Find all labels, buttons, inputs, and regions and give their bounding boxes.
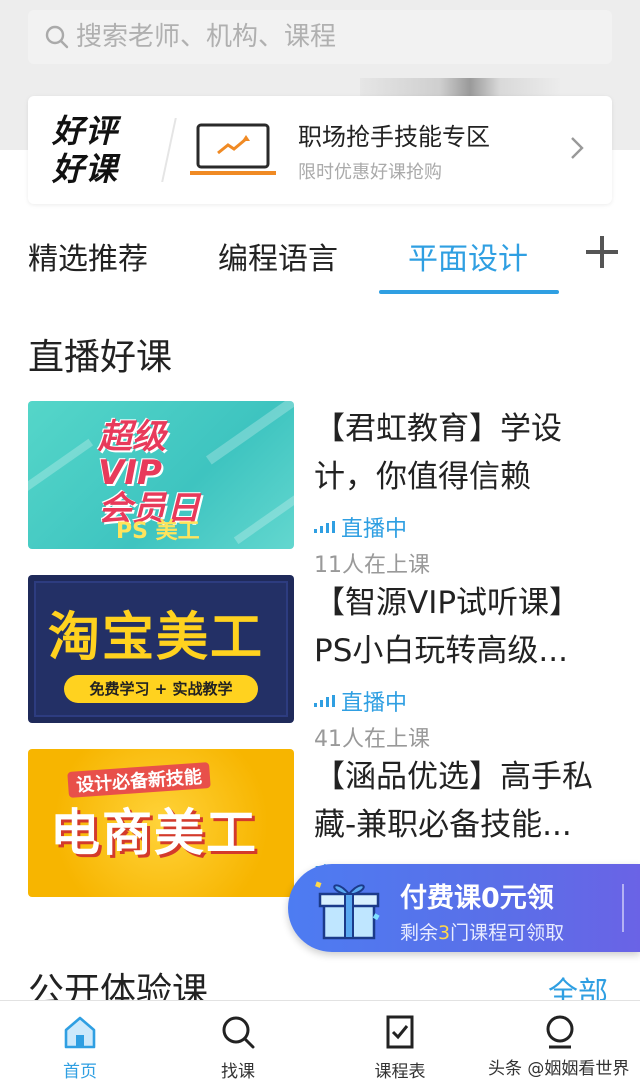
- course-title[interactable]: 【智源VIP试听课】PS小白玩转高级...: [314, 579, 614, 675]
- nav-find-course[interactable]: 找课: [188, 1013, 288, 1082]
- nav-schedule[interactable]: 课程表: [350, 1013, 450, 1082]
- promo-logo: 好评 好课: [52, 112, 162, 188]
- plus-icon[interactable]: [580, 230, 624, 274]
- thumb-pill-text: 免费学习 + 实战教学: [64, 675, 258, 703]
- promo-subtitle: 限时优惠好课抢购: [298, 161, 442, 183]
- category-tabs: 精选推荐 编程语言 平面设计: [0, 222, 640, 294]
- section-title-live: 直播好课: [28, 337, 173, 378]
- search-icon: [45, 25, 69, 49]
- course-thumbnail[interactable]: 淘宝美工 免费学习 + 实战教学: [28, 575, 294, 723]
- course-title[interactable]: 【君虹教育】学设计，你值得信赖: [314, 405, 614, 501]
- nav-profile[interactable]: [510, 1013, 610, 1057]
- home-icon: [64, 1016, 96, 1049]
- coupon-divider: [622, 884, 624, 932]
- promo-logo-line1: 好评: [52, 112, 119, 150]
- course-thumbnail[interactable]: 设计必备新技能 电商美工: [28, 749, 294, 897]
- live-status: 直播中: [314, 685, 407, 717]
- course-item[interactable]: 超级VIP 会员日 PS 美工 【君虹教育】学设计，你值得信赖 直播中 11人在…: [28, 401, 618, 578]
- banner-peek: [360, 78, 560, 98]
- course-thumbnail[interactable]: 超级VIP 会员日 PS 美工: [28, 401, 294, 549]
- thumb-vip-text: 超级VIP 会员日: [98, 417, 200, 529]
- thumb-ps-text: PS 美工: [116, 519, 200, 544]
- tab-programming[interactable]: 编程语言: [218, 234, 338, 278]
- coupon-title: 付费课0元领: [400, 883, 554, 914]
- chevron-right-icon[interactable]: [570, 133, 584, 168]
- monitor-chart-icon: [190, 119, 276, 181]
- gift-box-icon: [315, 881, 380, 940]
- schedule-icon: [386, 1015, 414, 1049]
- free-course-coupon[interactable]: 付费课0元领 剩余3门课程可领取: [288, 864, 640, 952]
- watermark-text: 头条 @姻姻看世界: [488, 1059, 630, 1079]
- profile-icon: [546, 1015, 574, 1049]
- search-icon: [222, 1016, 255, 1049]
- thumb-title-text: 电商美工: [50, 804, 258, 862]
- active-tab-indicator: [379, 290, 559, 294]
- promo-logo-line2: 好课: [52, 150, 119, 188]
- search-bar[interactable]: [28, 10, 612, 64]
- course-title[interactable]: 【涵品优选】高手私藏-兼职必备技能...: [314, 753, 614, 849]
- live-bars-icon: [314, 695, 335, 707]
- tab-graphic-design[interactable]: 平面设计: [408, 234, 528, 278]
- tab-featured[interactable]: 精选推荐: [28, 234, 148, 278]
- promo-card[interactable]: 好评 好课 职场抢手技能专区 限时优惠好课抢购: [28, 96, 612, 204]
- live-bars-icon: [314, 521, 335, 533]
- coupon-subtitle: 剩余3门课程可领取: [400, 922, 565, 944]
- course-item[interactable]: 淘宝美工 免费学习 + 实战教学 【智源VIP试听课】PS小白玩转高级... 直…: [28, 575, 618, 752]
- promo-title: 职场抢手技能专区: [298, 122, 490, 151]
- nav-home[interactable]: 首页: [30, 1013, 130, 1082]
- thumb-title-text: 淘宝美工: [48, 608, 265, 668]
- live-status: 直播中: [314, 511, 407, 543]
- promo-divider: [161, 118, 177, 182]
- search-input[interactable]: [76, 22, 596, 52]
